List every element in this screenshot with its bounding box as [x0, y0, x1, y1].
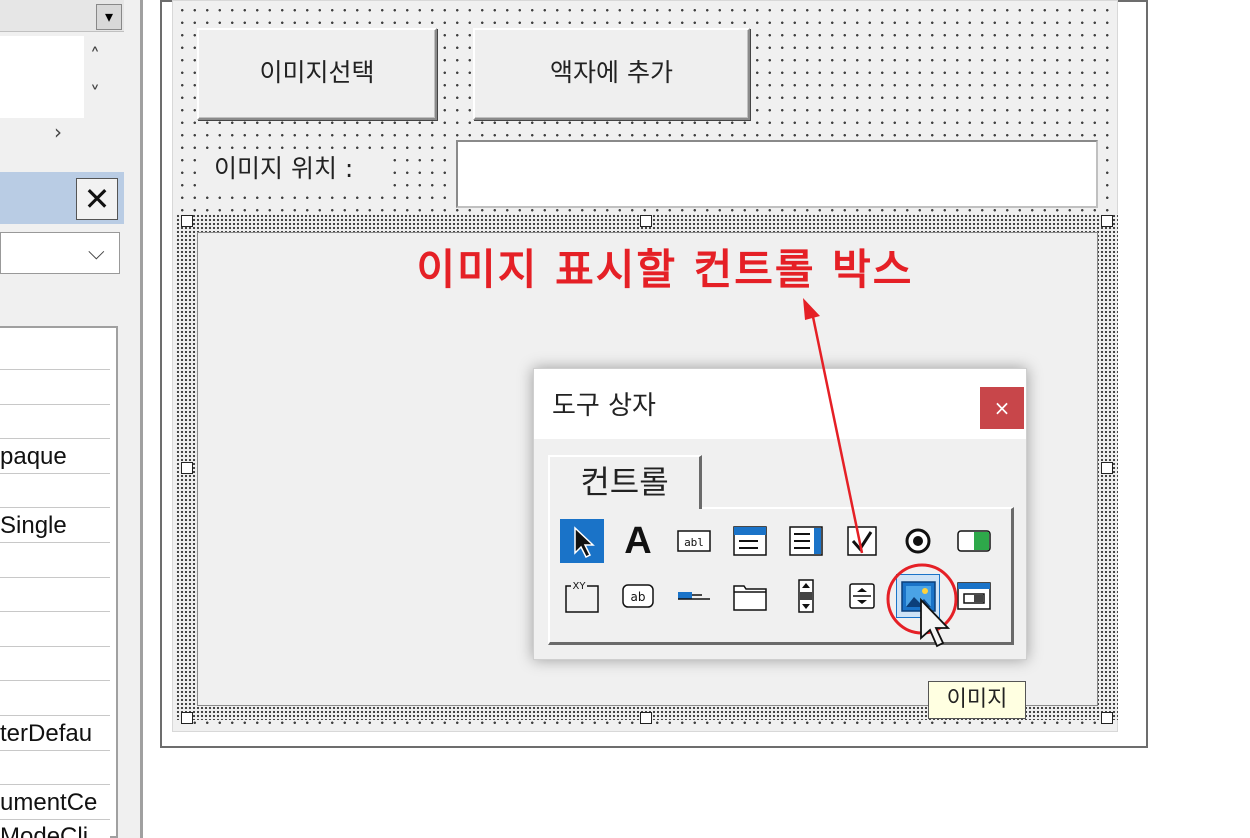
tooltip: 이미지 — [928, 681, 1026, 719]
annotation-arrow — [810, 311, 864, 554]
annotation-overlay — [803, 298, 958, 648]
mouse-cursor-icon — [920, 597, 951, 648]
arrowhead-icon — [803, 298, 820, 320]
